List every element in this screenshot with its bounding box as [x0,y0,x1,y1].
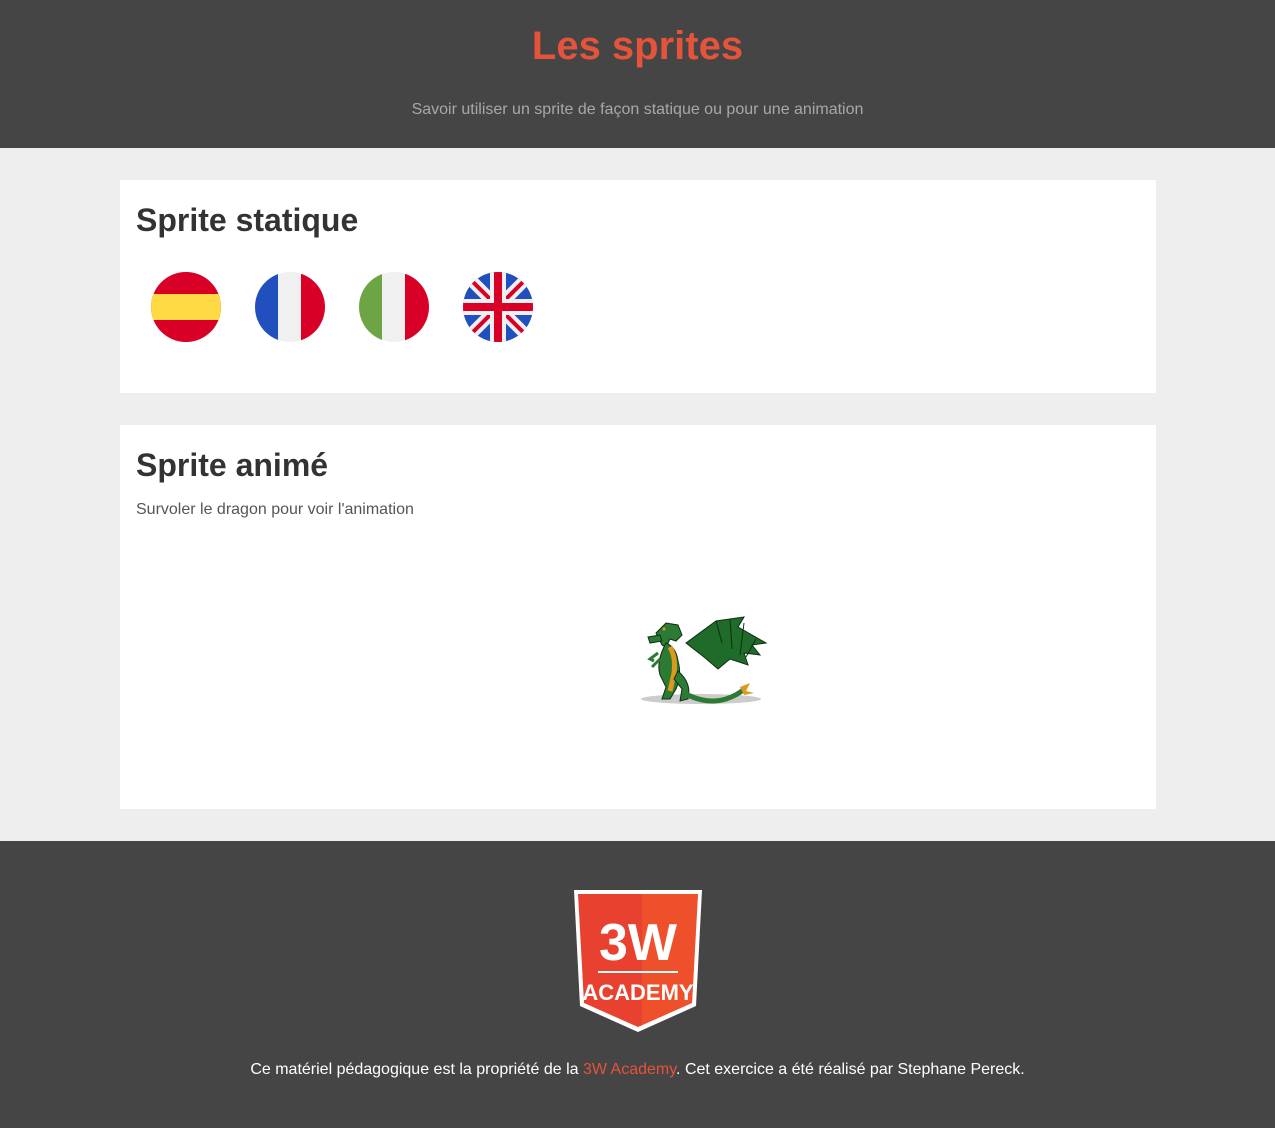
static-sprite-card: Sprite statique [120,180,1156,393]
spain-flag-icon[interactable] [151,272,221,342]
dragon-stage [136,519,1140,799]
flag-list [136,272,1140,342]
page-footer: 3W ACADEMY Ce matériel pédagogique est l… [0,841,1275,1128]
animated-sprite-title: Sprite animé [136,447,329,483]
logo-bottom-text: ACADEMY [582,980,694,1005]
animation-hint: Survoler le dragon pour voir l'animation [136,501,414,518]
france-flag-icon[interactable] [255,272,325,342]
page-title: Les sprites [531,24,744,68]
3w-academy-logo: 3W ACADEMY [573,890,702,1032]
animated-sprite-card: Sprite animé Survoler le dragon pour voi… [120,425,1156,809]
main-content: Sprite statique Sprite animé Survoler le… [0,148,1275,841]
page-header: Les sprites Savoir utiliser un sprite de… [0,0,1275,148]
3w-academy-link[interactable]: 3W Academy [583,1061,676,1078]
page-subtitle: Savoir utiliser un sprite de façon stati… [411,101,864,118]
footer-credit: Ce matériel pédagogique est la propriété… [0,1061,1275,1079]
logo-top-text: 3W [599,914,678,972]
uk-flag-icon[interactable] [463,272,533,342]
footer-text-after: . Cet exercice a été réalisé par Stephan… [676,1061,1025,1078]
static-sprite-title: Sprite statique [136,202,359,238]
footer-text-before: Ce matériel pédagogique est la propriété… [250,1061,583,1078]
italy-flag-icon[interactable] [359,272,429,342]
dragon-sprite[interactable] [626,613,772,711]
